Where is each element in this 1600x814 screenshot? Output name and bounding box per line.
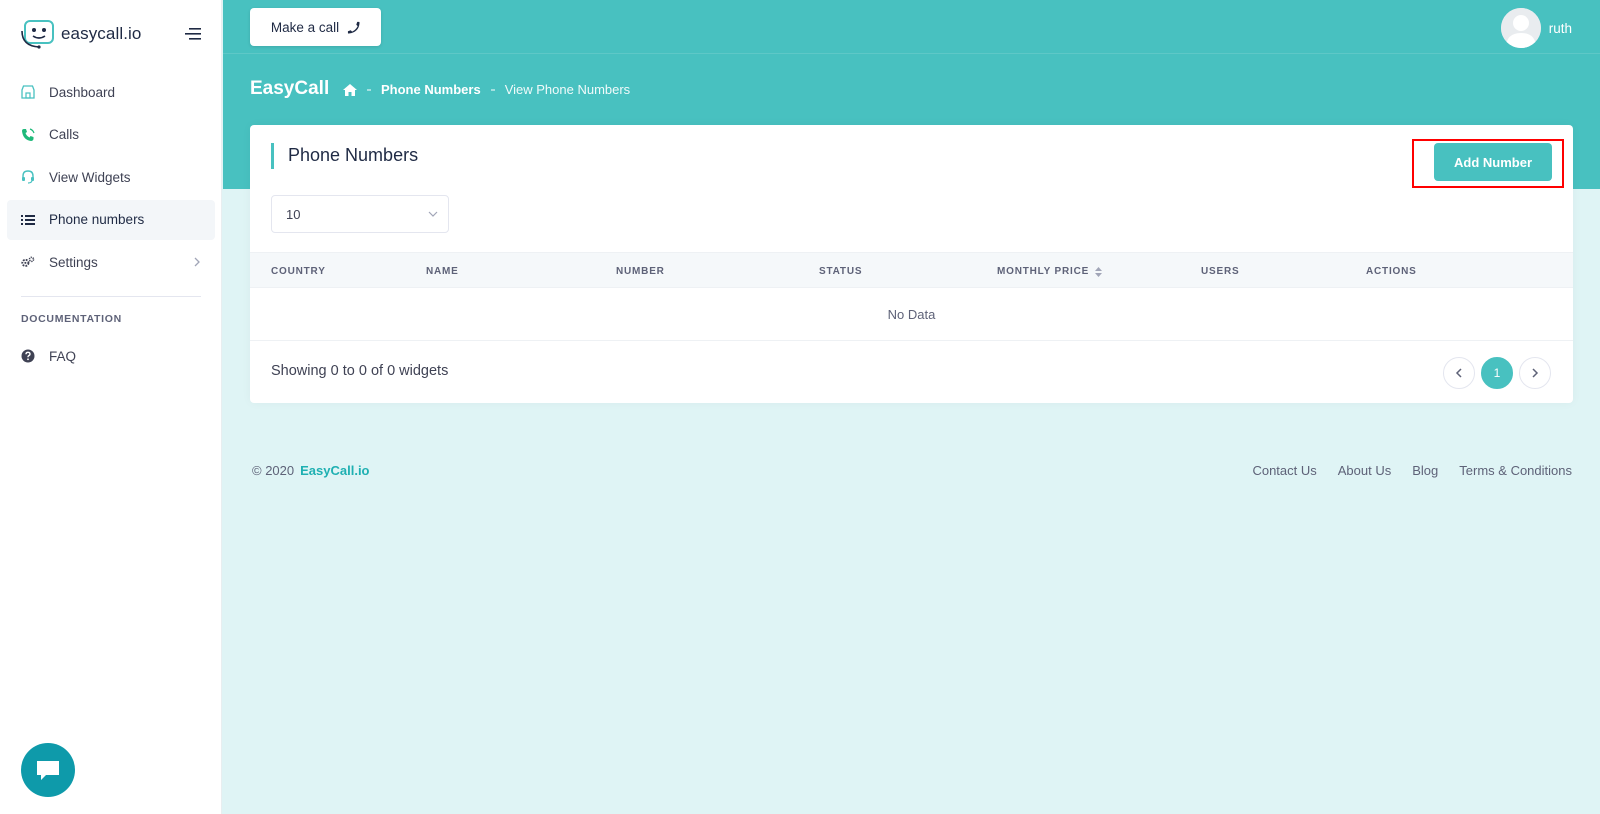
footer-link-about-us[interactable]: About Us <box>1338 463 1391 478</box>
card-title-accent <box>271 143 274 169</box>
chevron-right-icon <box>193 256 201 268</box>
sidebar-divider <box>21 296 201 297</box>
sidebar-item-label: Calls <box>49 127 80 142</box>
chevron-left-icon <box>1455 368 1462 378</box>
previous-page-button[interactable] <box>1443 357 1475 389</box>
column-header-users: USERS <box>1201 266 1240 277</box>
breadcrumb-separator <box>367 88 371 91</box>
chat-widget-button[interactable] <box>21 743 75 797</box>
topbar-divider <box>223 53 1600 54</box>
add-number-button[interactable]: Add Number <box>1434 143 1552 181</box>
footer-brand-link[interactable]: EasyCall.io <box>300 463 369 478</box>
page-size-select[interactable]: 10 <box>271 195 449 233</box>
column-header-country: COUNTRY <box>271 266 326 277</box>
sidebar-item-label: View Widgets <box>49 169 131 185</box>
sidebar-item-faq[interactable]: FAQ <box>7 336 215 376</box>
phone-numbers-card: Phone Numbers Add Number 10 COUNTRY NAME… <box>250 125 1573 403</box>
phone-icon <box>348 21 360 34</box>
breadcrumb-view-phone-numbers[interactable]: View Phone Numbers <box>505 82 631 97</box>
sidebar: easycall.io Dashboard Calls View Widgets <box>0 0 222 814</box>
question-circle-icon <box>21 349 35 363</box>
pagination-info: Showing 0 to 0 of 0 widgets <box>271 363 449 379</box>
list-icon <box>21 213 35 227</box>
sidebar-faq-group: FAQ <box>7 336 215 379</box>
sidebar-item-label: Settings <box>49 254 98 270</box>
page-button-current[interactable]: 1 <box>1481 357 1513 389</box>
breadcrumb: Phone Numbers View Phone Numbers <box>343 82 630 97</box>
sidebar-item-label: Dashboard <box>49 84 116 100</box>
user-name: ruth <box>1548 20 1572 36</box>
headset-icon <box>21 170 35 184</box>
empty-state: No Data <box>250 288 1573 341</box>
chevron-right-icon <box>1532 368 1539 378</box>
page-size-value: 10 <box>286 206 301 222</box>
sort-icon <box>1095 266 1103 277</box>
brand[interactable]: easycall.io <box>21 19 141 49</box>
sidebar-nav: Dashboard Calls View Widgets Phone numbe… <box>7 72 215 285</box>
store-icon <box>21 85 35 99</box>
pagination: 1 <box>1443 357 1551 389</box>
chat-icon <box>37 761 59 780</box>
make-call-button[interactable]: Make a call <box>250 8 381 46</box>
make-call-label: Make a call <box>270 19 340 35</box>
sidebar-item-view-widgets[interactable]: View Widgets <box>7 157 215 197</box>
home-icon[interactable] <box>343 83 357 96</box>
sidebar-item-phone-numbers[interactable]: Phone numbers <box>7 199 215 240</box>
brand-name: easycall.io <box>61 24 142 43</box>
breadcrumb-separator <box>490 88 495 91</box>
menu-toggle-icon[interactable] <box>183 26 203 42</box>
sidebar-item-dashboard[interactable]: Dashboard <box>7 72 215 112</box>
robot-logo-icon <box>21 20 54 49</box>
footer-link-terms[interactable]: Terms & Conditions <box>1459 463 1572 478</box>
gears-icon <box>21 255 35 269</box>
chevron-down-icon <box>428 211 438 217</box>
sidebar-section-label: DOCUMENTATION <box>21 313 122 325</box>
column-header-monthly-price[interactable]: MONTHLY PRICE <box>997 266 1103 277</box>
user-menu[interactable]: ruth <box>1500 8 1572 48</box>
footer-links: Contact Us About Us Blog Terms & Conditi… <box>1252 463 1572 478</box>
footer-link-contact-us[interactable]: Contact Us <box>1252 463 1316 478</box>
footer-link-blog[interactable]: Blog <box>1412 463 1438 478</box>
table-header: COUNTRY NAME NUMBER STATUS MONTHLY PRICE… <box>250 252 1573 288</box>
card-title: Phone Numbers <box>288 145 419 165</box>
column-header-name: NAME <box>426 266 459 277</box>
sidebar-item-settings[interactable]: Settings <box>7 242 215 282</box>
column-header-number: NUMBER <box>616 266 665 277</box>
breadcrumb-phone-numbers[interactable]: Phone Numbers <box>381 82 481 97</box>
footer-copyright: © 2020 EasyCall.io <box>252 463 370 478</box>
next-page-button[interactable] <box>1519 357 1551 389</box>
column-header-actions: ACTIONS <box>1366 266 1417 277</box>
page-title: EasyCall <box>250 78 330 99</box>
sidebar-item-label: FAQ <box>49 348 77 364</box>
phone-incoming-icon <box>21 127 35 142</box>
column-header-status: STATUS <box>819 266 863 277</box>
sidebar-item-label: Phone numbers <box>49 212 145 227</box>
copyright-text: © 2020 <box>252 463 295 478</box>
avatar <box>1500 8 1541 48</box>
sidebar-item-calls[interactable]: Calls <box>7 115 215 155</box>
